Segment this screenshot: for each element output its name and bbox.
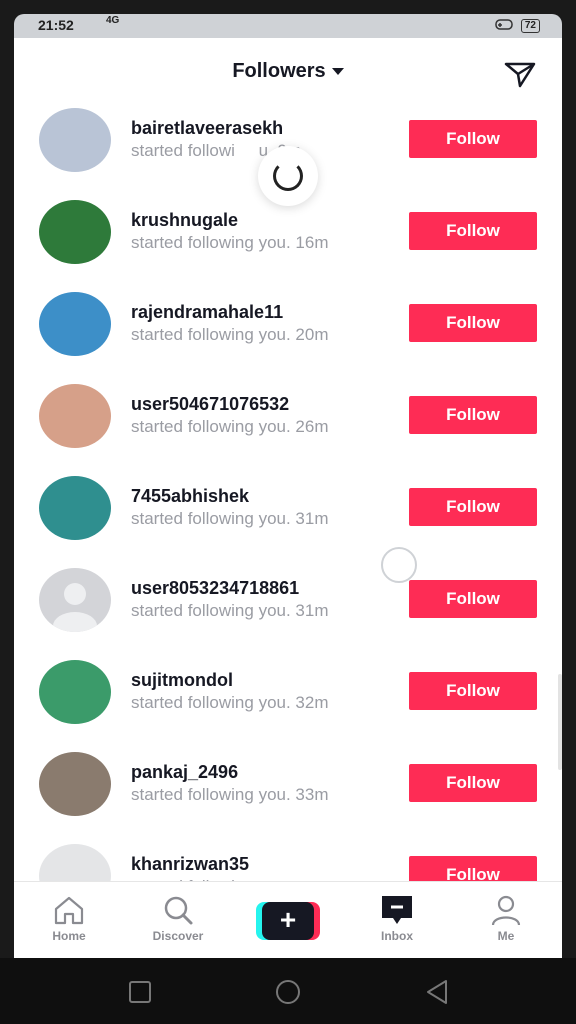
back-triangle-icon — [427, 980, 447, 1004]
system-nav-bar — [0, 958, 576, 1024]
home-icon — [54, 896, 84, 925]
username[interactable]: 7455abhishek — [131, 486, 249, 507]
status-bar: 21:52 4G 72 — [14, 14, 562, 38]
follow-button[interactable]: Follow — [409, 488, 537, 526]
avatar[interactable] — [39, 476, 111, 540]
inbox-icon — [382, 896, 412, 924]
avatar[interactable] — [39, 384, 111, 448]
avatar[interactable] — [39, 108, 111, 172]
username[interactable]: khanrizwan35 — [131, 854, 249, 875]
username[interactable]: rajendramahale11 — [131, 302, 283, 323]
username[interactable]: pankaj_2496 — [131, 762, 238, 783]
home-nav-button[interactable] — [274, 978, 302, 1011]
send-message-icon[interactable] — [502, 56, 538, 92]
username[interactable]: sujitmondol — [131, 670, 233, 691]
list-item: krushnugale started following you. 16m F… — [14, 200, 562, 292]
list-item: rajendramahale11 started following you. … — [14, 292, 562, 384]
status-right: 72 — [495, 17, 540, 34]
avatar[interactable] — [39, 292, 111, 356]
profile-icon — [491, 895, 521, 926]
username[interactable]: krushnugale — [131, 210, 238, 231]
list-item: user504671076532 started following you. … — [14, 384, 562, 476]
follow-button[interactable]: Follow — [409, 212, 537, 250]
plus-icon: + — [262, 902, 314, 940]
default-avatar-icon — [53, 583, 97, 632]
username[interactable]: bairetlaveerasekh — [131, 118, 283, 139]
scrollbar[interactable] — [558, 674, 562, 770]
avatar[interactable] — [39, 568, 111, 632]
follow-button[interactable]: Follow — [409, 120, 537, 158]
activity-text: started following you. 33m — [131, 785, 329, 804]
username[interactable]: user8053234718861 — [131, 578, 299, 599]
activity-text: started following you. 32m — [131, 693, 329, 712]
recent-apps-button[interactable] — [128, 980, 152, 1009]
create-button[interactable]: + — [256, 902, 320, 940]
follow-button[interactable]: Follow — [409, 304, 537, 342]
tab-label: Me — [497, 929, 515, 943]
activity-text: started following you. 20m — [131, 325, 329, 344]
network-type: 4G — [106, 15, 120, 26]
tab-label: Inbox — [381, 929, 413, 943]
username[interactable]: user504671076532 — [131, 394, 289, 415]
caret-down-icon — [331, 68, 344, 76]
avatar[interactable] — [39, 752, 111, 816]
tab-home[interactable]: Home — [24, 894, 114, 943]
tab-discover[interactable]: Discover — [133, 894, 223, 943]
app-screen: Followers bairetlaveerasekh started foll… — [14, 38, 562, 958]
search-icon — [164, 896, 193, 925]
game-controller-icon — [495, 17, 513, 34]
tab-inbox[interactable]: Inbox — [352, 894, 442, 943]
follow-button[interactable]: Follow — [409, 764, 537, 802]
list-item: sujitmondol started following you. 32m F… — [14, 660, 562, 752]
loading-spinner-icon — [258, 146, 318, 206]
list-item: user8053234718861 started following you.… — [14, 568, 562, 660]
follow-button[interactable]: Follow — [409, 396, 537, 434]
tab-me[interactable]: Me — [461, 894, 551, 943]
list-item: pankaj_2496 started following you. 33m F… — [14, 752, 562, 844]
activity-text: started following you. 16m — [131, 233, 329, 252]
list-item: 7455abhishek started following you. 31m … — [14, 476, 562, 568]
header: Followers — [14, 38, 562, 106]
tab-label: Home — [52, 929, 86, 943]
avatar[interactable] — [39, 660, 111, 724]
follow-button[interactable]: Follow — [409, 580, 537, 618]
activity-text: started following you. 31m — [131, 509, 329, 528]
status-time: 21:52 — [38, 17, 74, 33]
square-icon — [129, 981, 151, 1003]
bottom-tab-bar: Home Discover + Inbox Me — [14, 881, 562, 958]
avatar[interactable] — [39, 200, 111, 264]
followers-dropdown[interactable]: Followers — [14, 60, 562, 83]
back-button[interactable] — [424, 978, 450, 1011]
touch-indicator — [381, 547, 417, 583]
follow-button[interactable]: Follow — [409, 672, 537, 710]
activity-text: started following you. 26m — [131, 417, 329, 436]
battery-indicator: 72 — [520, 18, 540, 33]
circle-icon — [276, 980, 300, 1004]
page-title: Followers — [232, 60, 326, 82]
activity-text: started following you. 31m — [131, 601, 329, 620]
tab-label: Discover — [152, 929, 204, 943]
